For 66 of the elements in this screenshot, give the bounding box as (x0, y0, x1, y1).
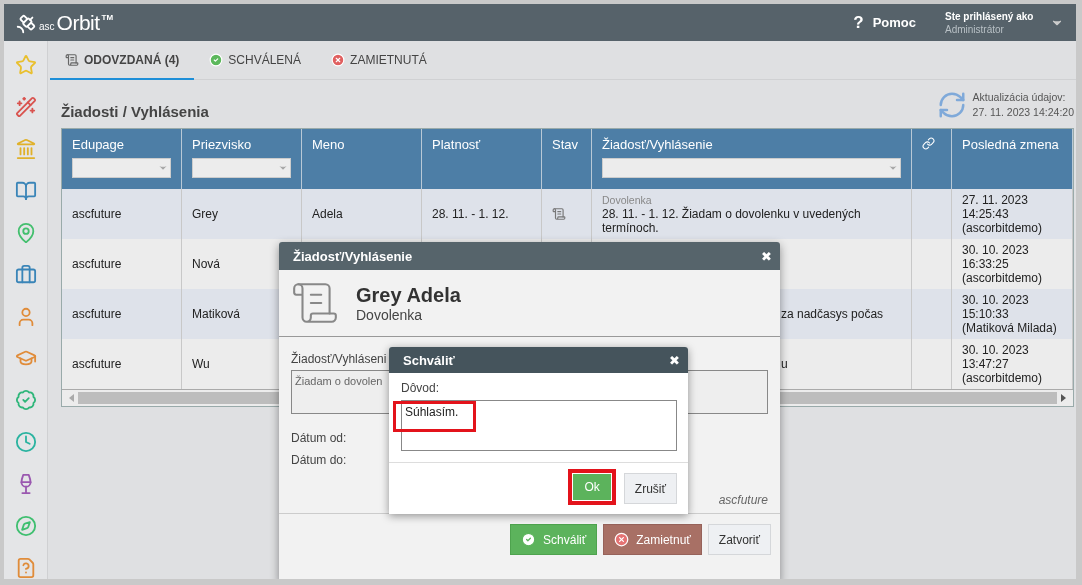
document-icon (65, 52, 79, 67)
field-label: Dátum do: (291, 453, 347, 467)
trademark-mark: TM (101, 12, 114, 22)
briefcase-icon[interactable] (14, 263, 37, 286)
user-caption: Ste prihlásený ako (945, 10, 1035, 22)
table-cell: ascfuture (62, 289, 182, 339)
compass-icon[interactable] (14, 515, 37, 538)
x-circle-icon (331, 52, 346, 67)
ok-button[interactable]: Ok (568, 469, 616, 505)
user-name[interactable]: Administrátor (945, 23, 1050, 35)
logo-text: Orbit (56, 10, 100, 35)
clock-icon[interactable] (14, 431, 37, 454)
reject-button[interactable]: Zamietnuť (603, 524, 702, 555)
tab[interactable]: ODOVZDANÁ (4) (50, 41, 195, 80)
column-label[interactable]: Meno (312, 137, 411, 152)
column-label[interactable]: Žiadosť/Vyhlásenie (602, 137, 901, 152)
column-label[interactable]: Stav (552, 137, 581, 152)
badge-icon[interactable] (14, 389, 37, 412)
request-type: Dovolenka (602, 193, 653, 207)
table-cell: 27. 11. 2023 14:25:43 (ascorbitdemo) (952, 189, 1073, 239)
logo-text: asc (39, 20, 55, 32)
table-cell: 28. 11. - 1. 12. (422, 189, 542, 239)
close-button[interactable]: ✖ (761, 248, 772, 264)
tab[interactable]: ZAMIETNUTÁ (316, 41, 442, 80)
bank-icon[interactable] (14, 137, 37, 160)
field-label: Dátum od: (291, 431, 347, 445)
filter-dropdown[interactable] (192, 158, 291, 178)
refresh-time: Aktualizácia údajov: 27. 11. 2023 14:24:20 (972, 90, 1074, 120)
table-cell: ascfuture (62, 189, 182, 239)
x-circle-icon (614, 532, 630, 547)
caret-icon (158, 163, 168, 173)
table-cell: 30. 10. 2023 15:10:33 (Matiková Milada) (952, 289, 1073, 339)
link-icon (922, 137, 935, 150)
request-text: za nadčasys počas (781, 307, 884, 321)
caret-icon (278, 163, 288, 173)
table-cell: Adela (302, 189, 422, 239)
satellite-icon (15, 12, 37, 35)
check-circle-icon (521, 532, 537, 547)
person-name: Grey Adela (356, 284, 461, 307)
request-text: u (781, 357, 788, 371)
magic-wand-icon[interactable] (14, 95, 37, 118)
field-label: Dôvod: (401, 381, 440, 395)
reason-field[interactable]: Súhlasím. (401, 400, 677, 451)
request-text: 28. 11. - 1. 12. Žiadam o dovolenku v uvedených termínoch. (602, 207, 862, 235)
column-label[interactable]: Priezvisko (192, 137, 291, 152)
filter-dropdown[interactable] (72, 158, 171, 178)
page-title: Žiadosti / Vyhlásenia (61, 103, 209, 120)
column-label[interactable]: Posledná zmena (962, 137, 1062, 152)
caret-icon (888, 163, 898, 173)
approve-button[interactable]: Schváliť (510, 524, 598, 555)
help-icon[interactable]: ? (853, 12, 864, 33)
column-label[interactable]: Edupage (72, 137, 171, 152)
close-button[interactable]: ✖ (669, 352, 680, 368)
column-label[interactable]: Platnosť (432, 137, 531, 152)
help-link[interactable]: Pomoc (872, 15, 916, 30)
plain-button[interactable]: Zatvoriť (707, 524, 771, 555)
school-name: ascfuture (718, 493, 768, 507)
book-icon[interactable] (14, 179, 37, 202)
plain-button[interactable]: Zrušiť (623, 473, 677, 504)
filter-dropdown[interactable] (602, 158, 901, 178)
table-cell: Grey (182, 189, 302, 239)
dialog-title: Schváliť (403, 352, 455, 368)
tab[interactable]: SCHVÁLENÁ (194, 41, 317, 80)
check-circle-icon (209, 52, 224, 67)
request-type: Dovolenka (356, 307, 424, 323)
star-icon[interactable] (14, 54, 37, 76)
